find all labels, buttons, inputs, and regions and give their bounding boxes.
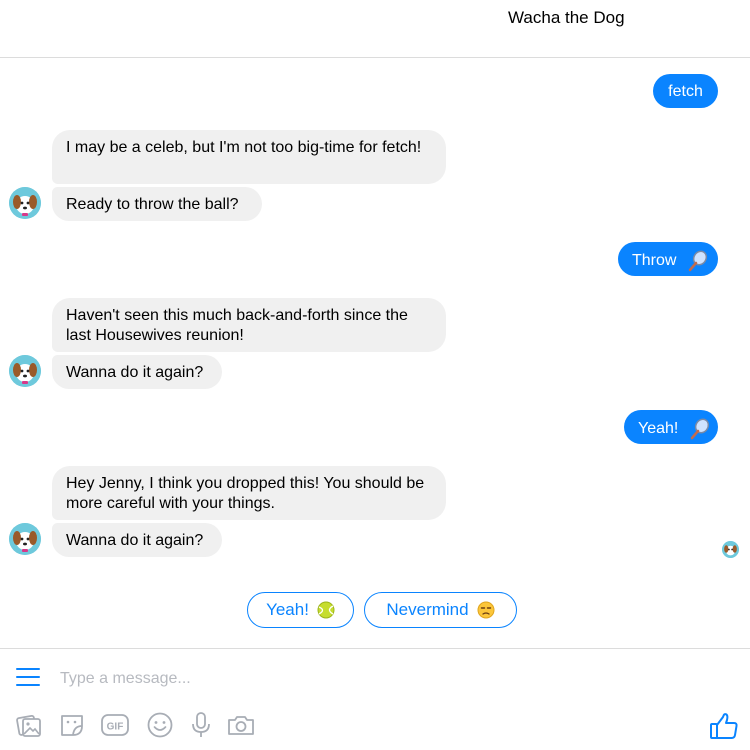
quick-reply-yeah[interactable]: Yeah! <box>247 592 354 628</box>
message-input[interactable] <box>58 666 662 692</box>
photo-icon[interactable] <box>14 710 44 740</box>
gif-icon[interactable]: GIF <box>100 710 130 740</box>
tennis-racquet-icon <box>690 418 709 440</box>
conversation-header: Wacha the Dog <box>0 0 750 58</box>
camera-icon[interactable] <box>226 710 256 740</box>
composer-divider <box>0 648 750 649</box>
message-outgoing: Yeah! <box>624 410 718 444</box>
dog-avatar-icon[interactable] <box>9 355 41 387</box>
message-text: Hey Jenny, I think you dropped this! You… <box>66 475 425 512</box>
tennis-racquet-icon <box>688 250 708 272</box>
message-text: Yeah! <box>638 420 679 438</box>
message-incoming: Ready to throw the ball? <box>52 187 262 221</box>
thumbs-up-icon[interactable] <box>708 710 740 742</box>
tennis-ball-icon <box>317 601 335 619</box>
dog-avatar-icon[interactable] <box>9 187 41 219</box>
message-text: I may be a celeb, but I'm not too big-ti… <box>66 139 422 156</box>
message-text: Wanna do it again? <box>66 532 204 549</box>
svg-text:GIF: GIF <box>107 722 124 733</box>
message-incoming: Wanna do it again? <box>52 523 222 557</box>
unamused-face-icon <box>477 601 495 619</box>
message-text: Wanna do it again? <box>66 364 204 381</box>
message-text: Ready to throw the ball? <box>66 196 239 213</box>
dog-avatar-icon[interactable] <box>9 523 41 555</box>
message-incoming: Wanna do it again? <box>52 355 222 389</box>
message-incoming: Hey Jenny, I think you dropped this! You… <box>52 466 446 520</box>
microphone-icon[interactable] <box>186 710 216 740</box>
menu-icon[interactable] <box>16 668 40 688</box>
message-incoming: I may be a celeb, but I'm not too big-ti… <box>52 130 446 184</box>
message-text: Throw <box>632 252 677 270</box>
conversation-title: Wacha the Dog <box>508 8 625 27</box>
message-incoming: Haven't seen this much back-and-forth si… <box>52 298 446 352</box>
quick-reply-label: Yeah! <box>266 600 309 619</box>
read-receipt-avatar <box>722 541 739 558</box>
emoji-icon[interactable] <box>145 710 175 740</box>
sticker-icon[interactable] <box>57 710 87 740</box>
message-text: Haven't seen this much back-and-forth si… <box>66 307 408 344</box>
message-outgoing: fetch <box>653 74 718 108</box>
quick-reply-nevermind[interactable]: Nevermind <box>364 592 517 628</box>
quick-reply-label: Nevermind <box>386 600 469 619</box>
message-text: fetch <box>668 83 703 100</box>
message-outgoing: Throw <box>618 242 718 276</box>
